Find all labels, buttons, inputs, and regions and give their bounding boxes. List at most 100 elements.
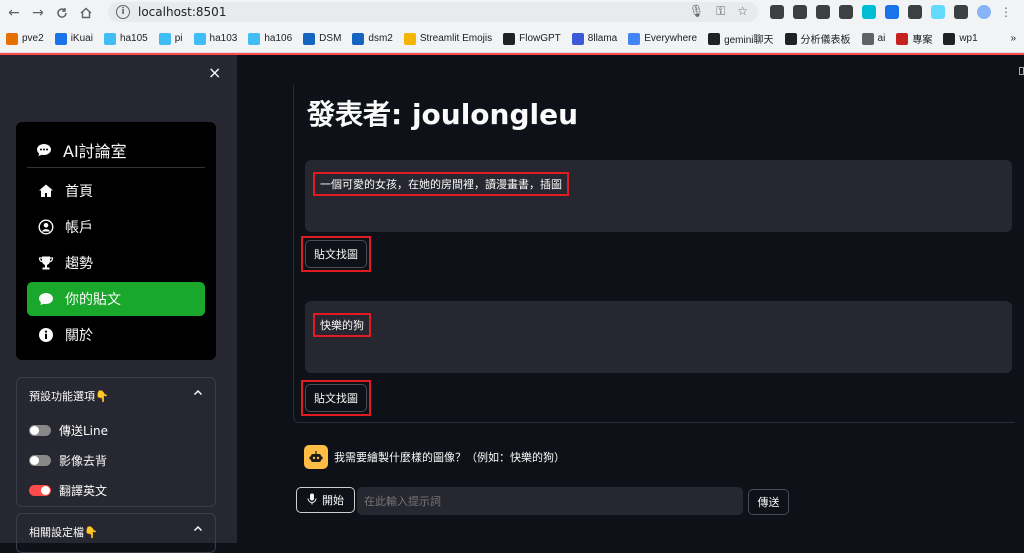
bookmark-icon	[784, 32, 797, 45]
chevron-up-icon[interactable]	[193, 524, 203, 542]
bookmark-item[interactable]: pve2	[6, 32, 44, 45]
bookmark-label: ha106	[264, 33, 293, 44]
menu-item-your-posts[interactable]: 你的貼文	[27, 282, 205, 316]
url-text: localhost:8501	[138, 5, 227, 19]
menu-item-account[interactable]: 帳戶	[27, 210, 205, 244]
bookmark-label: 專案	[912, 35, 933, 46]
expander-title: 相關設定檔👇	[29, 526, 98, 539]
bookmark-label: gemini聊天	[724, 35, 774, 46]
menu-item-label: 你的貼文	[65, 292, 121, 308]
bookmark-item[interactable]: iKuai	[54, 32, 93, 45]
bookmark-item[interactable]: DSM	[303, 32, 341, 45]
menu-item-label: 帳戶	[65, 220, 93, 236]
bookmark-icon	[54, 32, 67, 45]
bookmark-icon	[571, 32, 584, 45]
option-menu: AI討論室 首頁 帳戶 趨勢 你的貼文 關於	[16, 122, 216, 360]
menu-item-about[interactable]: 關於	[27, 318, 205, 352]
bookmark-label: ai	[877, 33, 886, 44]
bookmark-icon	[193, 32, 206, 45]
site-info-icon[interactable]: i	[116, 5, 130, 19]
extension-icon[interactable]	[793, 5, 807, 19]
send-button[interactable]: 傳送	[748, 489, 789, 515]
toggle-remove-background[interactable]: 影像去背	[29, 448, 203, 472]
bookmark-item[interactable]: ha103	[193, 32, 237, 45]
extension-icon[interactable]	[862, 5, 876, 19]
bookmark-label: wp1	[959, 33, 978, 44]
bookmark-item[interactable]: gemini聊天	[708, 31, 774, 46]
expand-icon[interactable]	[1019, 67, 1024, 75]
address-bar[interactable]: i localhost:8501 🎙 ⚿ ☆	[108, 2, 758, 22]
extension-icon[interactable]	[885, 5, 899, 19]
toggle-switch[interactable]	[29, 424, 51, 436]
bookmark-item[interactable]: ha106	[248, 32, 293, 45]
trophy-icon	[37, 254, 55, 272]
bookmark-icon	[352, 32, 365, 45]
home-icon[interactable]	[76, 3, 96, 23]
bookmark-item[interactable]: wp1	[943, 32, 978, 45]
bookmark-item[interactable]: Everywhere	[628, 32, 698, 45]
bookmarks-overflow-icon[interactable]: »	[1010, 33, 1016, 44]
find-image-button[interactable]: 貼文找圖	[305, 384, 367, 412]
menu-icon[interactable]: ⋮	[1000, 5, 1014, 19]
toggle-switch[interactable]	[29, 484, 51, 496]
reload-icon[interactable]	[52, 3, 72, 23]
close-sidebar-icon[interactable]: ×	[208, 63, 221, 82]
bookmark-item[interactable]: 專案	[896, 31, 932, 46]
extension-icon[interactable]	[908, 5, 922, 19]
back-icon[interactable]: ←	[4, 3, 24, 23]
bookmark-label: 分析儀表板	[800, 35, 851, 46]
person-circle-icon	[37, 218, 55, 236]
chat-message: 我需要繪製什麼樣的圖像？（例如：快樂的狗）	[304, 445, 565, 469]
chat-icon	[37, 290, 55, 308]
settings-files-expander[interactable]: 相關設定檔👇	[16, 513, 216, 553]
expander-header[interactable]: 預設功能選項👇	[29, 388, 203, 404]
bookmark-item[interactable]: pi	[158, 32, 183, 45]
key-icon[interactable]: ⚿	[716, 4, 725, 19]
extension-icon[interactable]	[770, 5, 784, 19]
chat-message-text: 我需要繪製什麼樣的圖像？（例如：快樂的狗）	[334, 451, 565, 464]
post-textarea[interactable]: 一個可愛的女孩，在她的房間裡，讀漫畫書，插圖	[305, 160, 1012, 232]
find-image-button[interactable]: 貼文找圖	[305, 240, 367, 268]
toggle-label: 翻譯英文	[59, 483, 108, 498]
extension-icon[interactable]	[839, 5, 853, 19]
bookmark-icon	[861, 32, 874, 45]
bookmark-icon	[248, 32, 261, 45]
highlight-box: 貼文找圖	[301, 236, 371, 272]
profile-avatar[interactable]	[977, 5, 991, 19]
menu-item-trending[interactable]: 趨勢	[27, 246, 205, 280]
chevron-up-icon[interactable]	[193, 388, 203, 404]
bookmark-item[interactable]: ai	[861, 32, 886, 45]
menu-title-label: AI討論室	[63, 141, 127, 161]
bookmark-label: Everywhere	[644, 33, 698, 44]
bot-avatar-icon	[304, 445, 328, 469]
prompt-input[interactable]	[357, 487, 743, 515]
bookmark-label: Streamlit Emojis	[419, 33, 493, 44]
menu-item-home[interactable]: 首頁	[27, 174, 205, 208]
bookmark-item[interactable]: Streamlit Emojis	[403, 32, 493, 45]
post-text: 快樂的狗	[313, 313, 371, 337]
start-recording-button[interactable]: 開始	[296, 487, 355, 513]
bookmark-item[interactable]: FlowGPT	[503, 32, 561, 45]
bookmark-item[interactable]: dsm2	[352, 32, 393, 45]
bookmark-item[interactable]: 分析儀表板	[784, 31, 851, 46]
extension-icon[interactable]	[931, 5, 945, 19]
microphone-icon[interactable]: 🎙	[689, 4, 704, 19]
menu-item-label: 關於	[65, 328, 93, 344]
bookmark-icon	[896, 32, 909, 45]
bookmark-icon	[628, 32, 641, 45]
toggle-label: 傳送Line	[59, 423, 109, 438]
forward-icon[interactable]: →	[28, 3, 48, 23]
bookmark-icon	[503, 32, 516, 45]
star-icon[interactable]: ☆	[737, 4, 748, 19]
bookmark-item[interactable]: ha105	[103, 32, 148, 45]
extension-icon[interactable]	[816, 5, 830, 19]
default-options-expander: 預設功能選項👇 傳送Line 影像去背 翻譯英文	[16, 377, 216, 507]
bookmark-item[interactable]: 8llama	[571, 32, 617, 45]
chat-icon	[35, 141, 53, 159]
bookmark-label: pi	[174, 33, 183, 44]
toggle-send-line[interactable]: 傳送Line	[29, 418, 203, 442]
post-textarea[interactable]: 快樂的狗	[305, 301, 1012, 373]
toggle-translate-english[interactable]: 翻譯英文	[29, 478, 203, 502]
toggle-switch[interactable]	[29, 454, 51, 466]
extension-icon[interactable]	[954, 5, 968, 19]
